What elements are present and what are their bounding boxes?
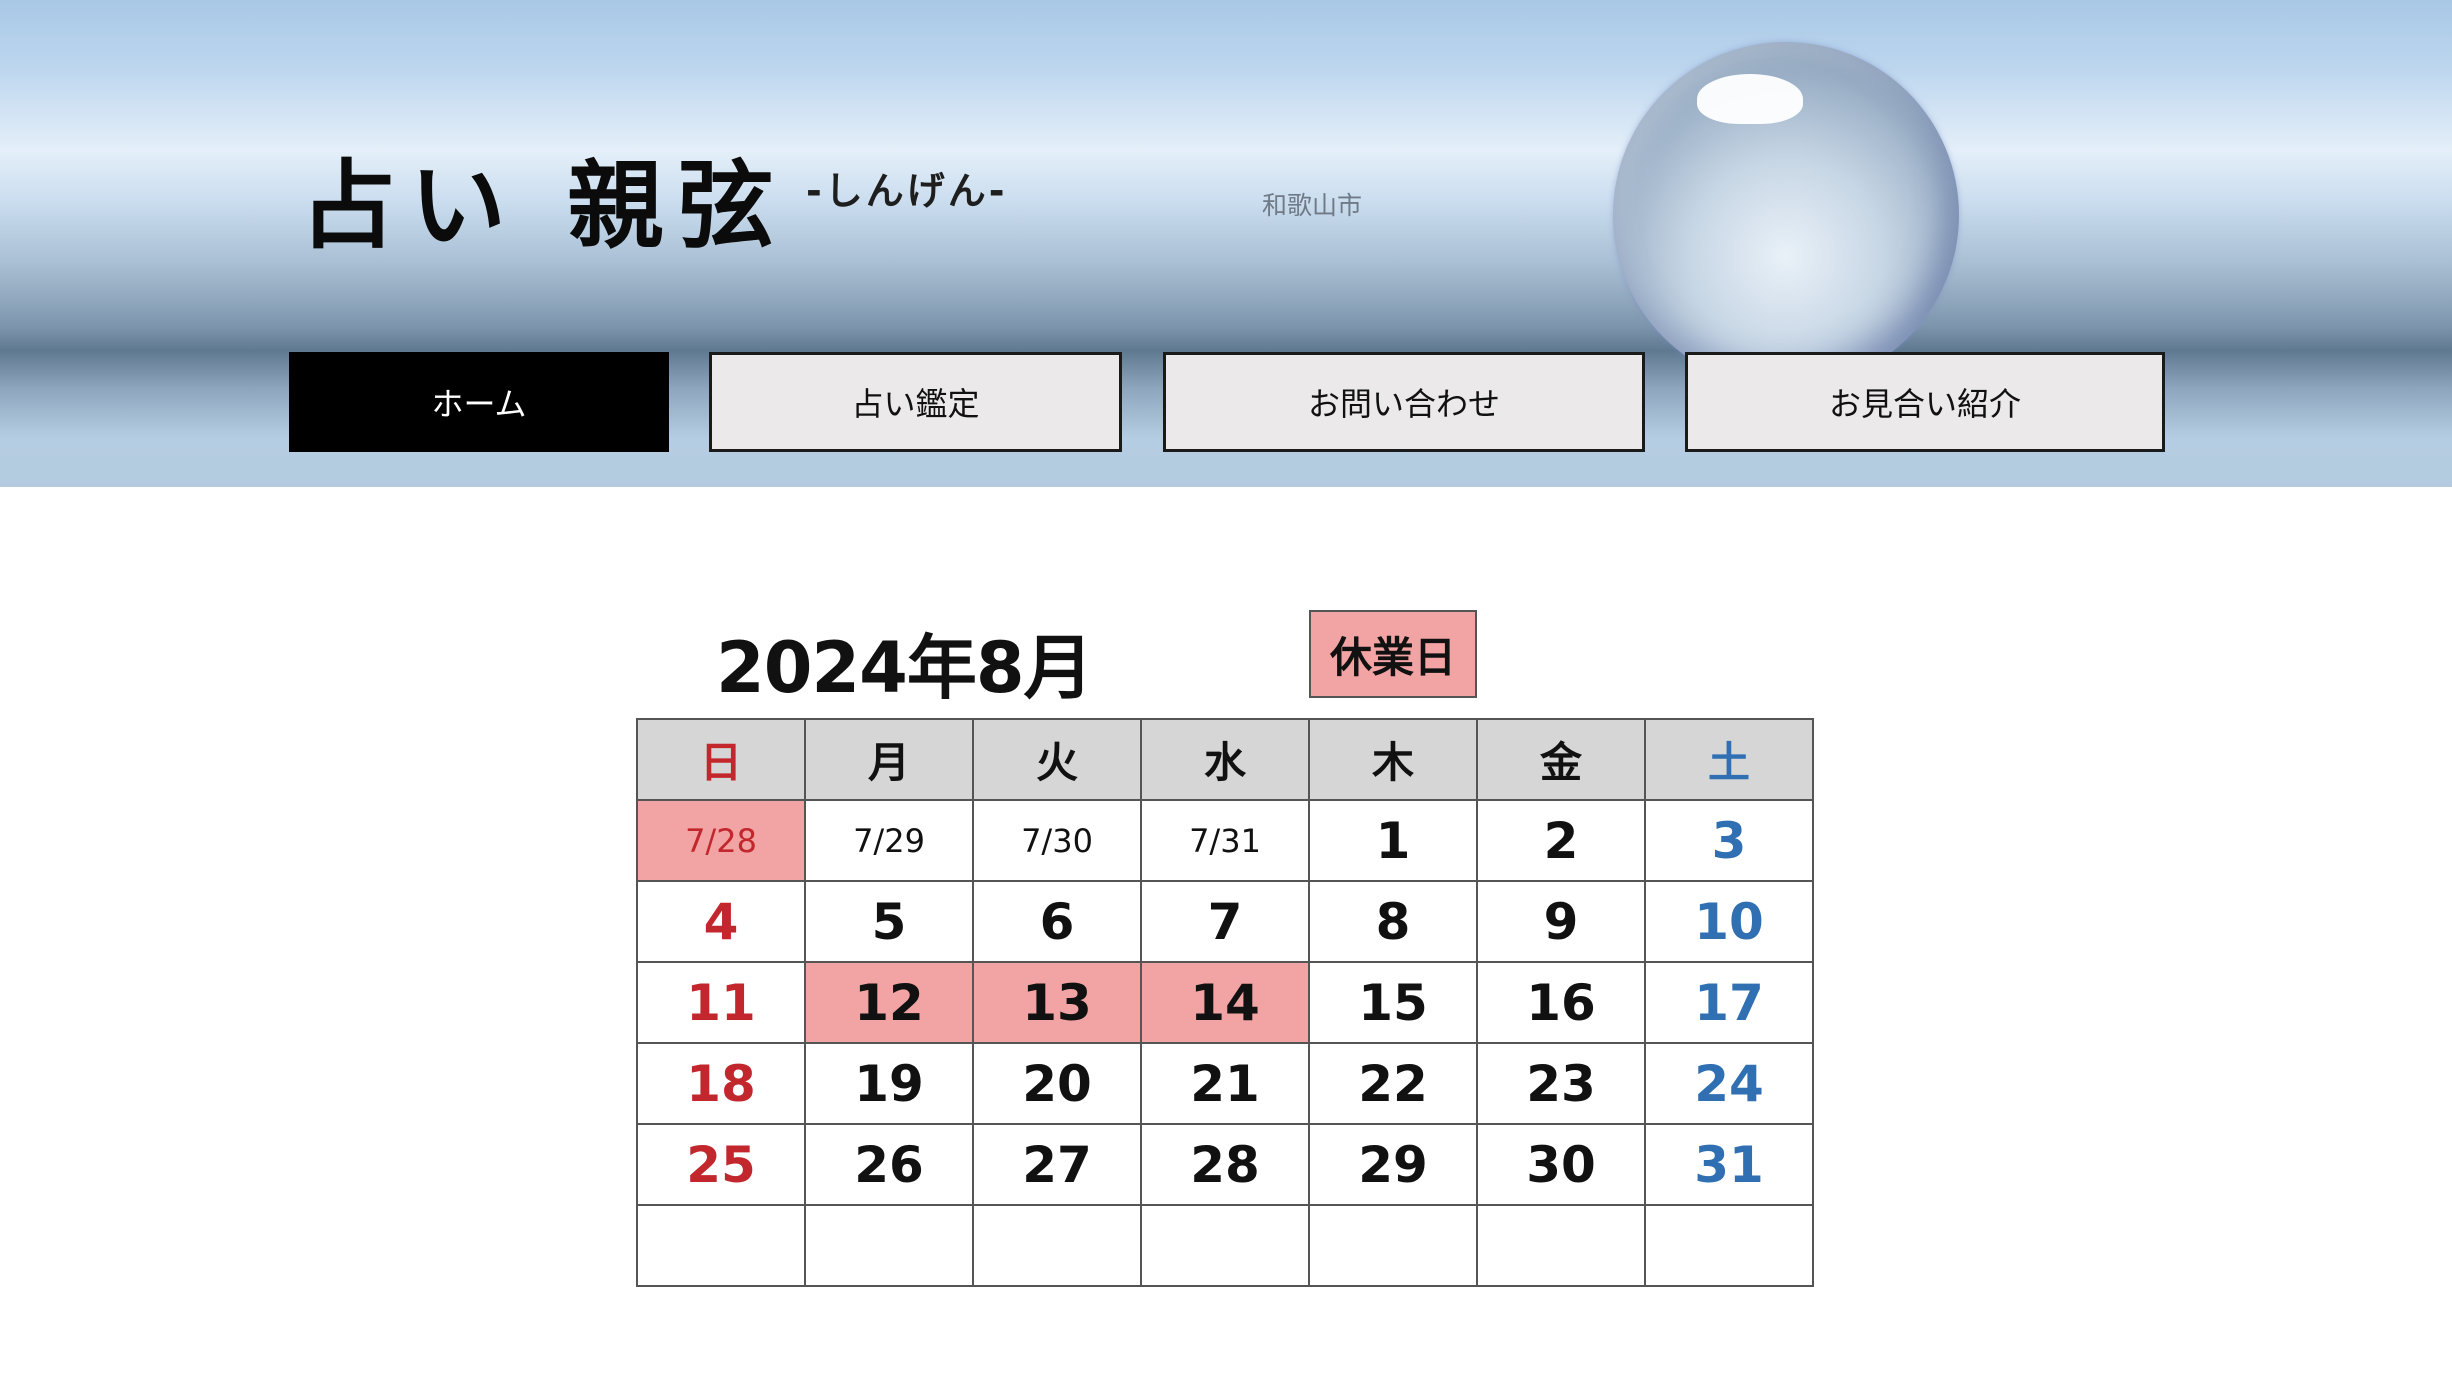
calendar-day-cell (636, 1204, 806, 1287)
calendar-day-cell: 8 (1308, 880, 1478, 963)
calendar-week-row: 11 12 13 14 15 16 17 (636, 961, 1814, 1044)
calendar-day-cell (972, 1204, 1142, 1287)
crystal-ball-highlight (1697, 74, 1803, 124)
calendar-day-cell: 20 (972, 1042, 1142, 1125)
location-label: 和歌山市 (1262, 191, 1363, 220)
calendar-day-cell: 7/29 (804, 799, 974, 882)
closed-day-legend: 休業日 (1309, 610, 1477, 698)
calendar-day-cell: 7 (1140, 880, 1310, 963)
calendar-day-cell: 7/28 (636, 799, 806, 882)
calendar-day-cell: 7/30 (972, 799, 1142, 882)
calendar-day-cell: 26 (804, 1123, 974, 1206)
calendar-body: 7/28 7/29 7/30 7/31 1 2 3 4 5 6 7 8 9 10 11 12 13 14 15 16 1… (636, 799, 1814, 1287)
site-header: 占い 親弦 -しんげん- 和歌山市 ホーム 占い鑑定 お問い合わせ お見合い紹介 (0, 0, 2452, 487)
weekday-header-row: 日 月 火 水 木 金 土 (636, 718, 1814, 801)
calendar-day-cell: 21 (1140, 1042, 1310, 1125)
calendar-grid: 日 月 火 水 木 金 土 7/28 7/29 7/30 7/31 1 2 3 4 5 6 7 8 9 1… (636, 718, 1814, 1287)
calendar-day-cell: 24 (1644, 1042, 1814, 1125)
calendar-day-cell (1644, 1204, 1814, 1287)
calendar-day-cell: 22 (1308, 1042, 1478, 1125)
calendar-day-cell: 7/31 (1140, 799, 1310, 882)
calendar-day-cell (1476, 1204, 1646, 1287)
calendar-day-cell: 18 (636, 1042, 806, 1125)
nav-fortune-reading-button[interactable]: 占い鑑定 (709, 352, 1122, 452)
weekday-sat: 土 (1644, 718, 1814, 801)
calendar-day-cell: 6 (972, 880, 1142, 963)
calendar-day-cell (1308, 1204, 1478, 1287)
calendar-day-cell: 17 (1644, 961, 1814, 1044)
nav-home-button[interactable]: ホーム (289, 352, 669, 452)
weekday-tue: 火 (972, 718, 1142, 801)
calendar-day-cell: 9 (1476, 880, 1646, 963)
calendar-day-cell: 30 (1476, 1123, 1646, 1206)
calendar-day-cell: 4 (636, 880, 806, 963)
weekday-mon: 月 (804, 718, 974, 801)
calendar-day-cell: 14 (1140, 961, 1310, 1044)
nav-matchmaking-button[interactable]: お見合い紹介 (1685, 352, 2165, 452)
calendar-week-row: 7/28 7/29 7/30 7/31 1 2 3 (636, 799, 1814, 882)
calendar-day-cell: 29 (1308, 1123, 1478, 1206)
calendar-day-cell: 15 (1308, 961, 1478, 1044)
calendar-day-cell: 12 (804, 961, 974, 1044)
calendar-day-cell: 10 (1644, 880, 1814, 963)
calendar-day-cell: 5 (804, 880, 974, 963)
calendar-day-cell: 19 (804, 1042, 974, 1125)
calendar-month-title: 2024年8月 (716, 627, 1094, 709)
calendar-day-cell: 31 (1644, 1123, 1814, 1206)
weekday-thu: 木 (1308, 718, 1478, 801)
weekday-fri: 金 (1476, 718, 1646, 801)
calendar-day-cell: 13 (972, 961, 1142, 1044)
calendar-day-cell: 2 (1476, 799, 1646, 882)
calendar-day-cell (804, 1204, 974, 1287)
site-title[interactable]: 占い 親弦 (300, 128, 787, 267)
calendar-day-cell: 27 (972, 1123, 1142, 1206)
calendar-day-cell: 3 (1644, 799, 1814, 882)
calendar-week-row (636, 1204, 1814, 1287)
calendar-day-cell: 1 (1308, 799, 1478, 882)
calendar-day-cell: 23 (1476, 1042, 1646, 1125)
calendar-week-row: 25 26 27 28 29 30 31 (636, 1123, 1814, 1206)
calendar-week-row: 18 19 20 21 22 23 24 (636, 1042, 1814, 1125)
weekday-wed: 水 (1140, 718, 1310, 801)
weekday-sun: 日 (636, 718, 806, 801)
site-subtitle: -しんげん- (806, 169, 1008, 213)
calendar-day-cell (1140, 1204, 1310, 1287)
calendar-day-cell: 16 (1476, 961, 1646, 1044)
calendar-day-cell: 25 (636, 1123, 806, 1206)
calendar-week-row: 4 5 6 7 8 9 10 (636, 880, 1814, 963)
calendar-day-cell: 11 (636, 961, 806, 1044)
nav-contact-button[interactable]: お問い合わせ (1163, 352, 1645, 452)
crystal-ball-image (1613, 42, 1959, 388)
calendar-day-cell: 28 (1140, 1123, 1310, 1206)
